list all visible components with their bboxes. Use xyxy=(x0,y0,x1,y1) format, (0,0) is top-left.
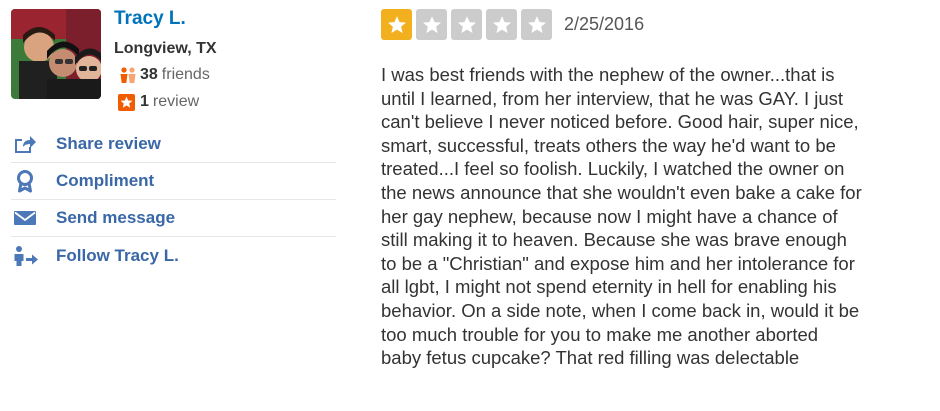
user-location: Longview, TX xyxy=(114,40,217,57)
friends-label: friends xyxy=(161,66,210,83)
star-empty-icon xyxy=(486,9,517,40)
avatar[interactable] xyxy=(11,9,101,99)
follow-icon xyxy=(11,245,56,267)
reviews-count: 1 review xyxy=(118,93,199,111)
follow-user-label: Follow Tracy L. xyxy=(56,245,179,265)
user-name[interactable]: Tracy L. xyxy=(114,8,186,30)
share-review-link[interactable]: Share review xyxy=(11,126,336,163)
follow-user-link[interactable]: Follow Tracy L. xyxy=(11,237,336,274)
friends-count: 38 friends xyxy=(118,66,210,84)
compliment-label: Compliment xyxy=(56,171,155,190)
user-photo-icon xyxy=(11,9,101,99)
share-icon xyxy=(11,134,56,154)
share-review-label: Share review xyxy=(56,134,161,153)
reviewer-sidebar: Tracy L. Longview, TX 38 friends 1 revie… xyxy=(0,0,340,411)
send-message-link[interactable]: Send message xyxy=(11,200,336,237)
friends-number: 38 xyxy=(140,66,158,83)
star-empty-icon xyxy=(416,9,447,40)
rating-row: 2/25/2016 xyxy=(381,9,644,40)
review-star-icon xyxy=(118,93,140,111)
reviews-number: 1 xyxy=(140,93,149,110)
review-actions: Share review Compliment Send message Fol… xyxy=(11,126,336,274)
review-text: I was best friends with the nephew of th… xyxy=(381,64,862,369)
reviews-label: review xyxy=(152,93,200,110)
review-date: 2/25/2016 xyxy=(564,14,645,34)
friends-icon xyxy=(118,66,140,84)
star-rating xyxy=(381,9,556,40)
star-empty-icon xyxy=(451,9,482,40)
envelope-icon xyxy=(11,209,56,227)
send-message-label: Send message xyxy=(56,208,176,227)
star-filled-icon xyxy=(381,9,412,40)
compliment-link[interactable]: Compliment xyxy=(11,163,336,200)
compliment-icon xyxy=(11,169,56,193)
star-empty-icon xyxy=(521,9,552,40)
